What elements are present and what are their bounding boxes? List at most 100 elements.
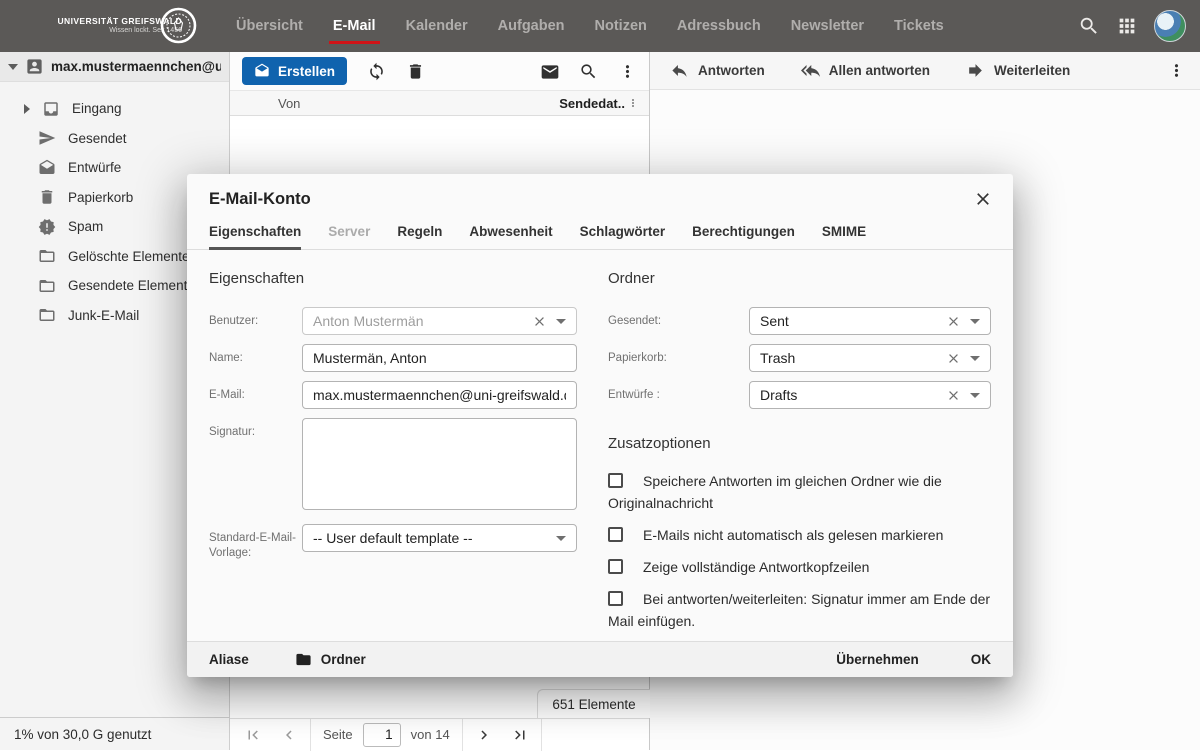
tab-server[interactable]: Server <box>328 215 370 250</box>
chevron-down-icon <box>970 356 980 361</box>
search-icon[interactable] <box>579 62 598 81</box>
option-save-replies: Speichere Antworten im gleichen Ordner w… <box>608 470 991 514</box>
section-title-eigenschaften: Eigenschaften <box>209 270 577 287</box>
trash-folder-label: Papierkorb: <box>601 344 749 366</box>
folder-icon <box>38 277 56 295</box>
tab-schlagwoerter[interactable]: Schlagwörter <box>580 215 666 250</box>
page-number-input[interactable] <box>363 723 401 747</box>
folder-icon <box>38 306 56 324</box>
clear-icon[interactable] <box>532 314 547 329</box>
mail-list-column-headers: Von Sendedat.. <box>230 90 649 116</box>
mark-read-envelope-icon[interactable] <box>540 62 559 81</box>
nav-newsletter[interactable]: Newsletter <box>791 0 864 52</box>
tab-regeln[interactable]: Regeln <box>397 215 442 250</box>
chevron-right-icon[interactable] <box>24 104 30 114</box>
forward-icon <box>966 61 985 80</box>
sent-folder-select[interactable]: Sent <box>749 307 991 335</box>
email-field-label: E-Mail: <box>202 381 302 403</box>
signature-textarea[interactable] <box>302 418 577 510</box>
folders-button[interactable]: Ordner <box>295 651 366 668</box>
nav-adressbuch[interactable]: Adressbuch <box>677 0 761 52</box>
first-page-icon[interactable] <box>244 726 262 744</box>
email-input[interactable] <box>302 381 577 409</box>
folder-icon <box>295 651 312 668</box>
compose-button[interactable]: Erstellen <box>242 57 347 85</box>
page-label: Seite <box>323 727 353 742</box>
name-input[interactable] <box>302 344 577 372</box>
section-title-zusatzoptionen: Zusatzoptionen <box>608 435 991 452</box>
signature-field-label: Signatur: <box>202 418 302 440</box>
ok-button[interactable]: OK <box>971 652 991 667</box>
column-sort-kebab-icon[interactable] <box>627 97 639 109</box>
reply-all-button[interactable]: Allen antworten <box>801 61 930 80</box>
close-icon[interactable] <box>973 189 993 209</box>
checkbox[interactable] <box>608 527 623 542</box>
more-options-kebab-icon[interactable] <box>618 62 637 81</box>
dialog-title: E-Mail-Konto <box>209 190 311 209</box>
drafts-icon <box>38 159 56 177</box>
drafts-folder-label: Entwürfe : <box>601 381 749 403</box>
name-field-label: Name: <box>202 344 302 366</box>
refresh-icon[interactable] <box>367 62 386 81</box>
nav-uebersicht[interactable]: Übersicht <box>236 0 303 52</box>
clear-icon[interactable] <box>946 388 961 403</box>
option-not-mark-read: E-Mails nicht automatisch als gelesen ma… <box>608 524 991 546</box>
account-person-icon <box>25 57 44 76</box>
drafts-folder-select[interactable]: Drafts <box>749 381 991 409</box>
section-title-ordner: Ordner <box>608 270 991 287</box>
user-select[interactable]: Anton Mustermän <box>302 307 577 335</box>
pagination-bar: Seite von 14 <box>230 718 649 750</box>
nav-tickets[interactable]: Tickets <box>894 0 944 52</box>
user-avatar[interactable] <box>1154 10 1186 42</box>
tab-berechtigungen[interactable]: Berechtigungen <box>692 215 795 250</box>
nav-email[interactable]: E-Mail <box>333 0 376 52</box>
user-field-label: Benutzer: <box>202 307 302 329</box>
option-signature-at-end: Bei antworten/weiterleiten: Signatur imm… <box>608 588 991 632</box>
nav-aufgaben[interactable]: Aufgaben <box>498 0 565 52</box>
primary-nav: Übersicht E-Mail Kalender Aufgaben Notiz… <box>236 0 944 52</box>
account-row[interactable]: max.mustermaennchen@un... <box>0 52 229 82</box>
envelope-open-icon <box>254 63 270 79</box>
more-options-kebab-icon[interactable] <box>1167 61 1186 80</box>
aliases-button[interactable]: Aliase <box>209 652 249 667</box>
next-page-icon[interactable] <box>475 726 493 744</box>
mail-list-toolbar: Erstellen <box>230 52 649 90</box>
clear-icon[interactable] <box>946 314 961 329</box>
column-header-date[interactable]: Sendedat.. <box>559 96 639 111</box>
dialog-footer: Aliase Ordner Übernehmen OK <box>187 641 1013 677</box>
checkbox[interactable] <box>608 559 623 574</box>
trash-icon <box>38 188 56 206</box>
nav-kalender[interactable]: Kalender <box>406 0 468 52</box>
trash-folder-select[interactable]: Trash <box>749 344 991 372</box>
checkbox[interactable] <box>608 473 623 488</box>
message-count-badge: 651 Elemente <box>537 689 650 718</box>
chevron-down-icon[interactable] <box>8 64 18 70</box>
trash-icon[interactable] <box>406 62 425 81</box>
folder-icon <box>38 247 56 265</box>
nav-notizen[interactable]: Notizen <box>595 0 647 52</box>
chevron-down-icon <box>556 319 566 324</box>
option-full-reply-headers: Zeige vollständige Antwortkopfzeilen <box>608 556 991 578</box>
sidebar-item-gesendet[interactable]: Gesendet <box>0 124 229 154</box>
prev-page-icon[interactable] <box>280 726 298 744</box>
chevron-down-icon <box>556 536 566 541</box>
reply-button[interactable]: Antworten <box>670 61 765 80</box>
default-template-select[interactable]: -- User default template -- <box>302 524 577 552</box>
sent-folder-label: Gesendet: <box>601 307 749 329</box>
search-icon[interactable] <box>1078 15 1100 37</box>
clear-icon[interactable] <box>946 351 961 366</box>
tab-abwesenheit[interactable]: Abwesenheit <box>469 215 552 250</box>
column-header-from[interactable]: Von <box>278 96 300 111</box>
checkbox[interactable] <box>608 591 623 606</box>
apps-grid-icon[interactable] <box>1116 15 1138 37</box>
sidebar-item-eingang[interactable]: Eingang <box>0 94 229 124</box>
reply-all-icon <box>801 61 820 80</box>
university-seal-icon <box>160 7 197 44</box>
apply-button[interactable]: Übernehmen <box>836 652 919 667</box>
dialog-tabs: Eigenschaften Server Regeln Abwesenheit … <box>187 215 1013 250</box>
forward-button[interactable]: Weiterleiten <box>966 61 1070 80</box>
top-navigation-bar: UNIVERSITÄT GREIFSWALD Wissen lockt. Sei… <box>0 0 1200 52</box>
last-page-icon[interactable] <box>511 726 529 744</box>
tab-smime[interactable]: SMIME <box>822 215 866 250</box>
tab-eigenschaften[interactable]: Eigenschaften <box>209 215 301 250</box>
